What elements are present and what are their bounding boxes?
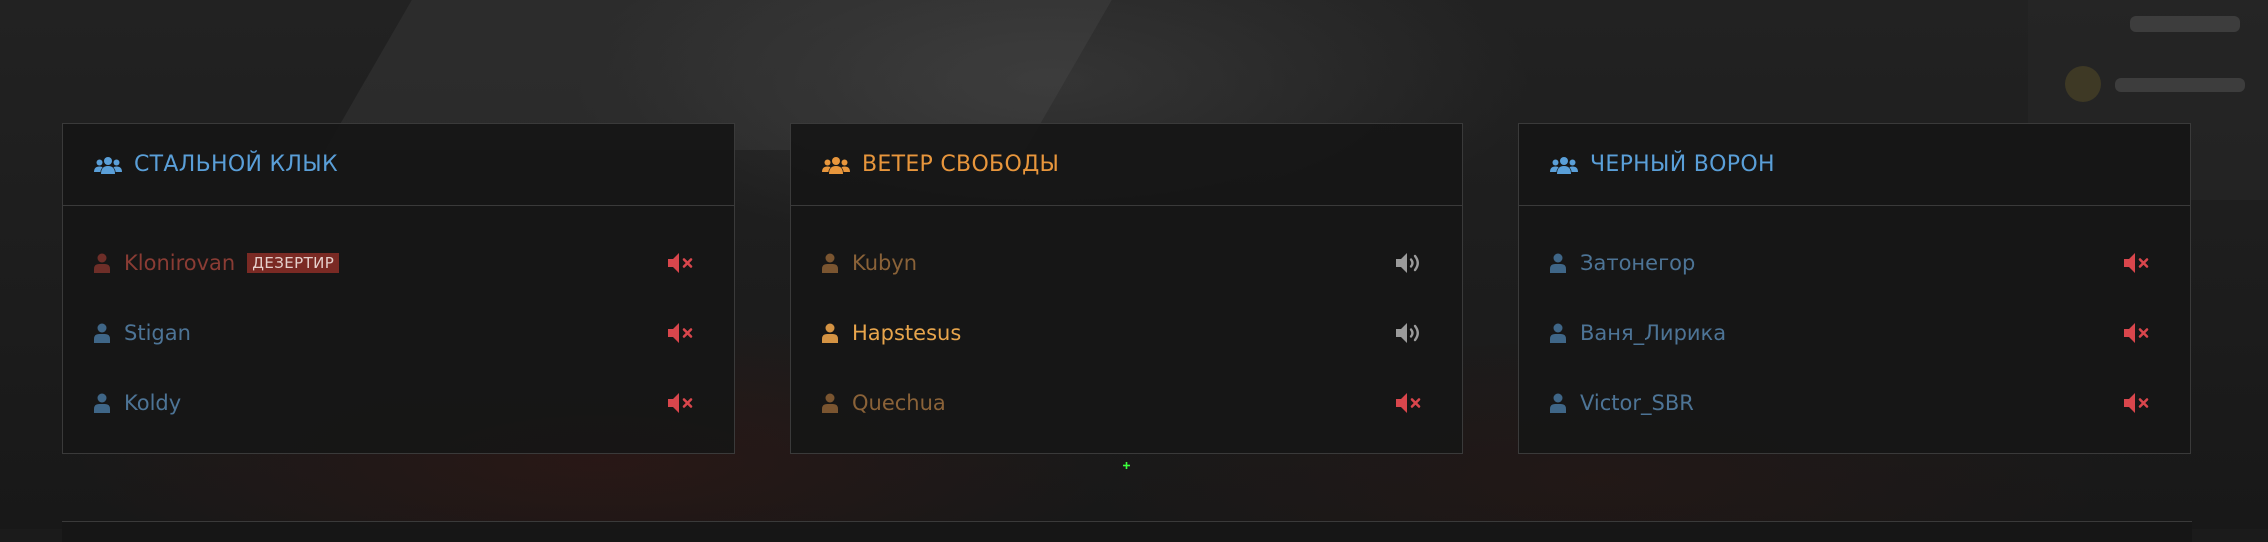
users-icon: [822, 156, 850, 174]
team-name: ВЕТЕР СВОБОДЫ: [862, 152, 1060, 177]
blurred-hud-element: [2065, 66, 2101, 102]
person-icon: [1550, 253, 1566, 273]
team-panel-wind-of-freedom: ВЕТЕР СВОБОДЫ Kubyn Hapstesus Quechua: [790, 123, 1463, 454]
team-panel-black-raven: ЧЕРНЫЙ ВОРОН Затонегор Ваня_Лирика Victo…: [1518, 123, 2191, 454]
team-header: ВЕТЕР СВОБОДЫ: [791, 124, 1462, 206]
team-name: ЧЕРНЫЙ ВОРОН: [1590, 152, 1775, 177]
player-row[interactable]: Quechua: [791, 368, 1462, 438]
person-icon: [1550, 323, 1566, 343]
player-name: Kubyn: [852, 251, 918, 275]
player-name: Koldy: [124, 391, 182, 415]
person-icon: [822, 393, 838, 413]
person-icon: [822, 253, 838, 273]
blurred-hud-element: [2115, 78, 2245, 92]
team-header: СТАЛЬНОЙ КЛЫК: [63, 124, 734, 206]
player-name: Victor_SBR: [1580, 391, 1694, 415]
player-name: Затонегор: [1580, 251, 1696, 275]
person-icon: [94, 393, 110, 413]
player-row[interactable]: Kubyn: [791, 228, 1462, 298]
bottom-panel: [62, 521, 2192, 542]
muted-icon[interactable]: [2124, 322, 2152, 344]
team-panel-steel-fang: СТАЛЬНОЙ КЛЫК Klonirovan ДЕЗЕРТИР Stigan: [62, 123, 735, 454]
player-name: Klonirovan: [124, 251, 236, 275]
player-name: Quechua: [852, 391, 946, 415]
team-header: ЧЕРНЫЙ ВОРОН: [1519, 124, 2190, 206]
muted-icon[interactable]: [668, 252, 696, 274]
muted-icon[interactable]: [668, 322, 696, 344]
muted-icon[interactable]: [2124, 252, 2152, 274]
player-row[interactable]: Stigan: [63, 298, 734, 368]
speaker-icon[interactable]: [1396, 322, 1424, 344]
player-row[interactable]: Victor_SBR: [1519, 368, 2190, 438]
muted-icon[interactable]: [1396, 392, 1424, 414]
person-icon: [94, 253, 110, 273]
player-row[interactable]: Hapstesus: [791, 298, 1462, 368]
team-name: СТАЛЬНОЙ КЛЫК: [134, 152, 338, 177]
player-row[interactable]: Klonirovan ДЕЗЕРТИР: [63, 228, 734, 298]
player-row[interactable]: Koldy: [63, 368, 734, 438]
player-name: Stigan: [124, 321, 191, 345]
deserter-badge: ДЕЗЕРТИР: [247, 253, 340, 273]
player-name: Hapstesus: [852, 321, 962, 345]
users-icon: [94, 156, 122, 174]
crosshair-icon: [1123, 454, 1130, 469]
muted-icon[interactable]: [668, 392, 696, 414]
player-row[interactable]: Затонегор: [1519, 228, 2190, 298]
person-icon: [94, 323, 110, 343]
person-icon: [822, 323, 838, 343]
player-name: Ваня_Лирика: [1580, 321, 1727, 345]
speaker-icon[interactable]: [1396, 252, 1424, 274]
blurred-hud-element: [2130, 16, 2240, 32]
muted-icon[interactable]: [2124, 392, 2152, 414]
player-row[interactable]: Ваня_Лирика: [1519, 298, 2190, 368]
users-icon: [1550, 156, 1578, 174]
person-icon: [1550, 393, 1566, 413]
